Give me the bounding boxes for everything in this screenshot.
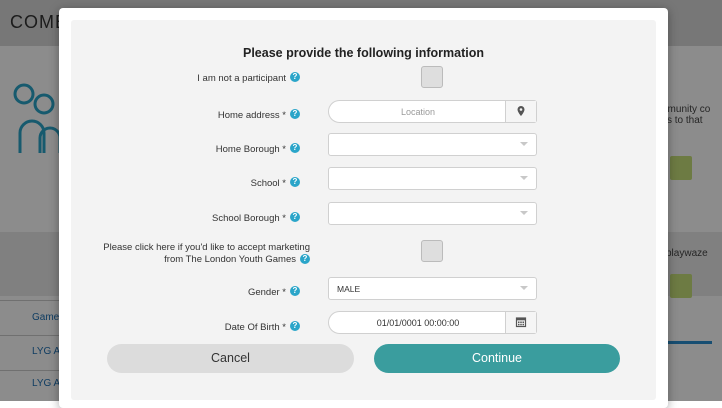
help-icon[interactable]: ? (290, 176, 300, 187)
help-icon[interactable]: ? (290, 71, 300, 82)
help-icon[interactable]: ? (300, 254, 310, 265)
home-address-text: Home address * (217, 110, 286, 121)
school-text: School * (250, 178, 286, 189)
continue-button[interactable]: Continue (374, 344, 620, 373)
school-borough-select[interactable] (328, 202, 537, 225)
school-select[interactable] (328, 167, 537, 190)
school-label: School *? (30, 173, 300, 191)
map-pin-icon (517, 106, 525, 116)
help-icon[interactable]: ? (290, 211, 300, 222)
dob-label: Date Of Birth *? (30, 317, 300, 335)
dob-text: Date Of Birth * (224, 322, 286, 333)
not-participant-text: I am not a participant (197, 73, 286, 84)
help-icon[interactable]: ? (290, 285, 300, 296)
calendar-icon (515, 317, 527, 328)
calendar-button[interactable] (505, 312, 536, 333)
chevron-down-icon (520, 211, 528, 215)
gender-select[interactable]: MALE (328, 277, 537, 300)
marketing-checkbox[interactable] (421, 240, 443, 262)
home-borough-text: Home Borough * (215, 144, 286, 155)
home-address-input[interactable]: Location (328, 100, 537, 123)
cancel-button[interactable]: Cancel (107, 344, 354, 373)
chevron-down-icon (520, 286, 528, 290)
gender-label: Gender *? (30, 282, 300, 300)
not-participant-label: I am not a participant? (30, 68, 300, 86)
marketing-text-line2: from The London Youth Games (164, 254, 296, 265)
home-borough-select[interactable] (328, 133, 537, 156)
form-heading: Please provide the following information (243, 46, 484, 60)
marketing-label: Please click here if you'd like to accep… (20, 242, 310, 266)
home-address-label: Home address *? (30, 105, 300, 123)
school-borough-label: School Borough *? (30, 208, 300, 226)
location-button[interactable] (505, 101, 536, 122)
help-icon[interactable]: ? (290, 108, 300, 119)
gender-value: MALE (337, 284, 361, 294)
not-participant-checkbox[interactable] (421, 66, 443, 88)
help-icon[interactable]: ? (290, 142, 300, 153)
dob-input[interactable]: 01/01/0001 00:00:00 (328, 311, 537, 334)
dob-value: 01/01/0001 00:00:00 (376, 318, 460, 328)
school-borough-text: School Borough * (212, 213, 286, 224)
marketing-text-line1: Please click here if you'd like to accep… (103, 242, 310, 253)
home-address-placeholder: Location (400, 107, 436, 117)
gender-text: Gender * (247, 287, 286, 298)
home-borough-label: Home Borough *? (30, 139, 300, 157)
help-icon[interactable]: ? (290, 320, 300, 331)
chevron-down-icon (520, 176, 528, 180)
chevron-down-icon (520, 142, 528, 146)
